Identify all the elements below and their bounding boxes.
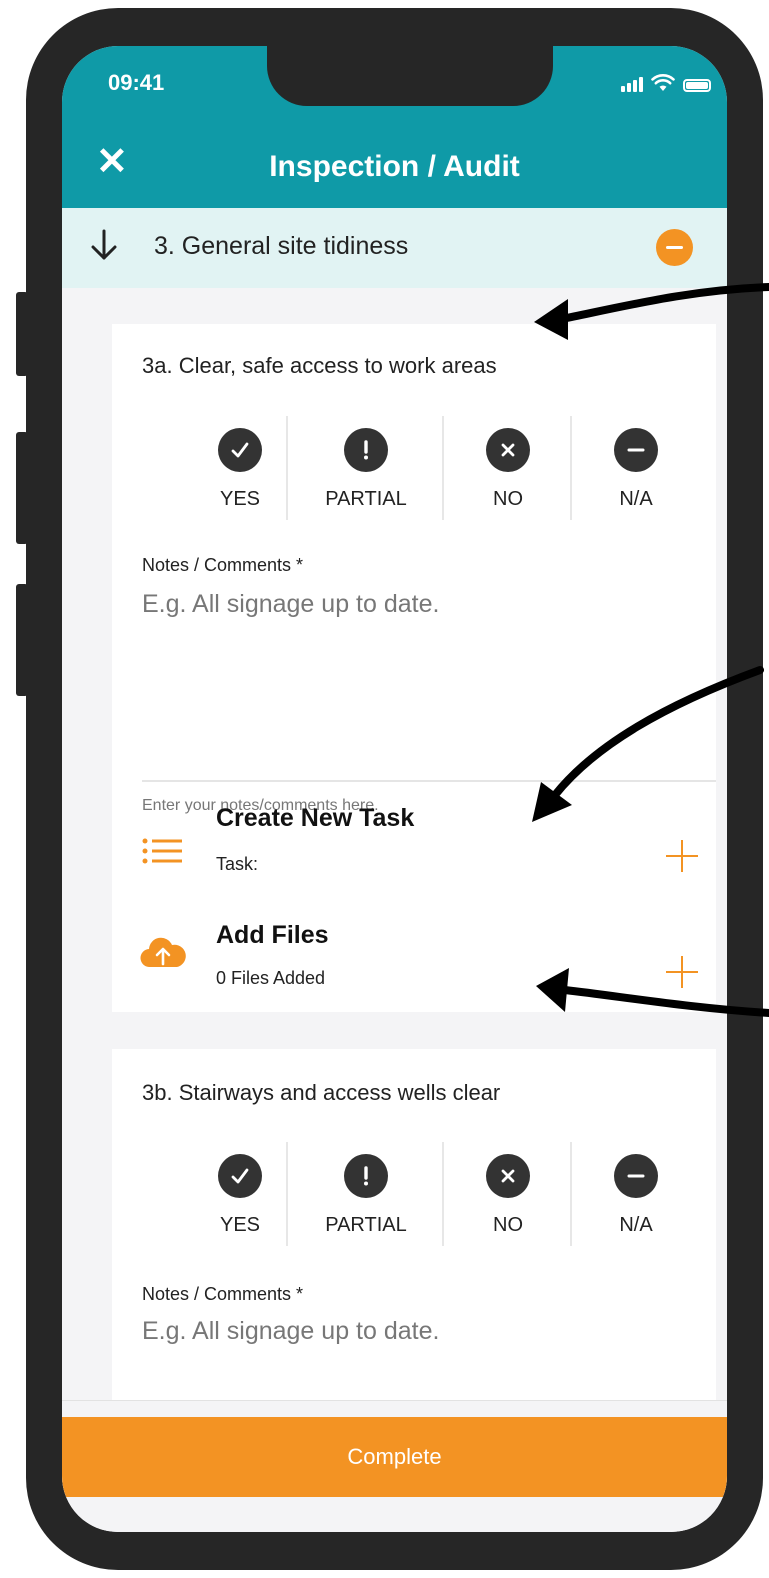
page-title: Inspection / Audit: [269, 150, 520, 183]
footer-bar: Complete: [62, 1400, 727, 1532]
question-title: 3b. Stairways and access wells clear: [142, 1080, 501, 1105]
signal-icon: [621, 77, 643, 92]
app-header: 09:41 ✕ Inspection / Audit: [62, 46, 727, 208]
exclamation-icon: [344, 1154, 388, 1198]
option-label: PARTIAL: [325, 488, 407, 510]
x-icon: [486, 1154, 530, 1198]
notes-input[interactable]: E.g. All signage up to date.: [142, 590, 439, 619]
list-icon: [142, 838, 182, 864]
option-na[interactable]: N/A: [572, 1142, 700, 1246]
question-title: 3a. Clear, safe access to work areas: [142, 353, 497, 378]
answer-options: YES PARTIAL NO N/A: [192, 416, 712, 520]
notes-label: Notes / Comments *: [142, 555, 304, 575]
section-header[interactable]: 3. General site tidiness: [62, 208, 727, 288]
phone-notch: [267, 46, 553, 106]
option-label: NO: [493, 1214, 523, 1236]
option-yes[interactable]: YES: [192, 416, 288, 520]
option-no[interactable]: NO: [444, 416, 572, 520]
option-label: PARTIAL: [325, 1214, 407, 1236]
add-files-title: Add Files: [216, 921, 329, 949]
option-na[interactable]: N/A: [572, 416, 700, 520]
add-files-plus-icon[interactable]: [666, 956, 698, 988]
option-label: YES: [219, 1214, 261, 1236]
app-screen: 09:41 ✕ Inspection / Audit 3. General si…: [62, 46, 727, 1532]
option-label: N/A: [619, 1214, 653, 1236]
collapse-section-button[interactable]: [656, 229, 693, 266]
exclamation-icon: [344, 428, 388, 472]
check-icon: [218, 1154, 262, 1198]
answer-options: YES PARTIAL NO N/A: [192, 1142, 712, 1246]
notes-input[interactable]: E.g. All signage up to date.: [142, 1317, 439, 1346]
option-partial[interactable]: PARTIAL: [288, 1142, 444, 1246]
add-task-plus-icon[interactable]: [666, 840, 698, 872]
option-label: NO: [493, 488, 523, 510]
question-card-3a: 3a. Clear, safe access to work areas YES…: [112, 324, 716, 1012]
task-subtitle: Task:: [216, 854, 259, 874]
create-task-title: Create New Task: [216, 804, 415, 832]
check-icon: [218, 428, 262, 472]
cloud-upload-icon: [140, 937, 186, 968]
battery-icon: [683, 79, 711, 92]
files-count: 0 Files Added: [216, 968, 326, 988]
question-card-3b: 3b. Stairways and access wells clear YES…: [112, 1049, 716, 1409]
option-label: N/A: [619, 488, 653, 510]
option-partial[interactable]: PARTIAL: [288, 416, 444, 520]
phone-frame: 09:41 ✕ Inspection / Audit 3. General si…: [26, 8, 763, 1570]
minus-icon: [614, 428, 658, 472]
option-yes[interactable]: YES: [192, 1142, 288, 1246]
status-icons: [621, 74, 711, 92]
option-label: YES: [219, 488, 261, 510]
minus-icon: [614, 1154, 658, 1198]
notes-divider: [142, 780, 716, 782]
section-title: 3. General site tidiness: [154, 232, 409, 260]
wifi-icon: [651, 74, 675, 91]
arrow-down-icon: [91, 229, 117, 260]
complete-button[interactable]: Complete: [62, 1417, 727, 1497]
x-icon: [486, 428, 530, 472]
notes-label: Notes / Comments *: [142, 1284, 304, 1304]
status-time: 09:41: [108, 70, 165, 95]
option-no[interactable]: NO: [444, 1142, 572, 1246]
